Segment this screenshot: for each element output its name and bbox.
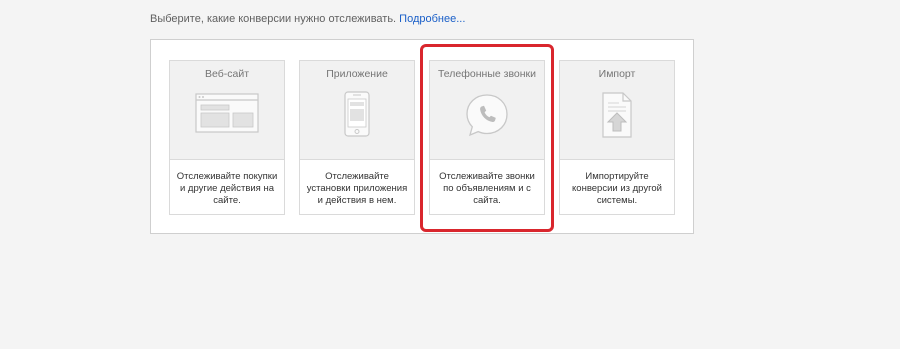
card-app-description: Отслеживайте установки приложения и дейс…	[306, 171, 408, 206]
card-website-header: Веб-сайт	[170, 61, 284, 160]
card-import-description: Импортируйте конверсии из другой системы…	[572, 171, 662, 206]
card-app[interactable]: Приложение Отслеживайте установки прилож…	[299, 60, 415, 215]
card-app-header: Приложение	[300, 61, 414, 160]
conversion-type-page: Выберите, какие конверсии нужно отслежив…	[0, 0, 900, 349]
card-import-title: Импорт	[598, 68, 636, 80]
card-phone-calls-title: Телефонные звонки	[437, 68, 537, 80]
website-icon	[195, 93, 259, 133]
intro-text: Выберите, какие конверсии нужно отслежив…	[150, 13, 397, 25]
phone-call-icon	[466, 94, 508, 137]
intro-line: Выберите, какие конверсии нужно отслежив…	[150, 13, 465, 25]
card-import-header: Импорт	[560, 61, 674, 160]
card-import[interactable]: Импорт Импортируйте конверсии из другой …	[559, 60, 675, 215]
card-website-description: Отслеживайте покупки и другие действия н…	[176, 171, 278, 206]
import-file-icon	[602, 92, 632, 138]
card-app-title: Приложение	[326, 68, 388, 80]
conversion-options-panel: Веб-сайт Отслеживайте покупки и другие д…	[150, 39, 694, 234]
learn-more-link[interactable]: Подробнее...	[399, 13, 465, 25]
card-website[interactable]: Веб-сайт Отслеживайте покупки и другие д…	[169, 60, 285, 215]
mobile-app-icon	[344, 91, 370, 137]
card-phone-calls-header: Телефонные звонки	[430, 61, 544, 160]
card-website-title: Веб-сайт	[205, 68, 249, 80]
card-phone-calls-description: Отслеживайте звонки по объявлениям и с с…	[439, 171, 535, 206]
card-phone-calls[interactable]: Телефонные звонки Отслеживайте звонки по…	[429, 60, 545, 215]
